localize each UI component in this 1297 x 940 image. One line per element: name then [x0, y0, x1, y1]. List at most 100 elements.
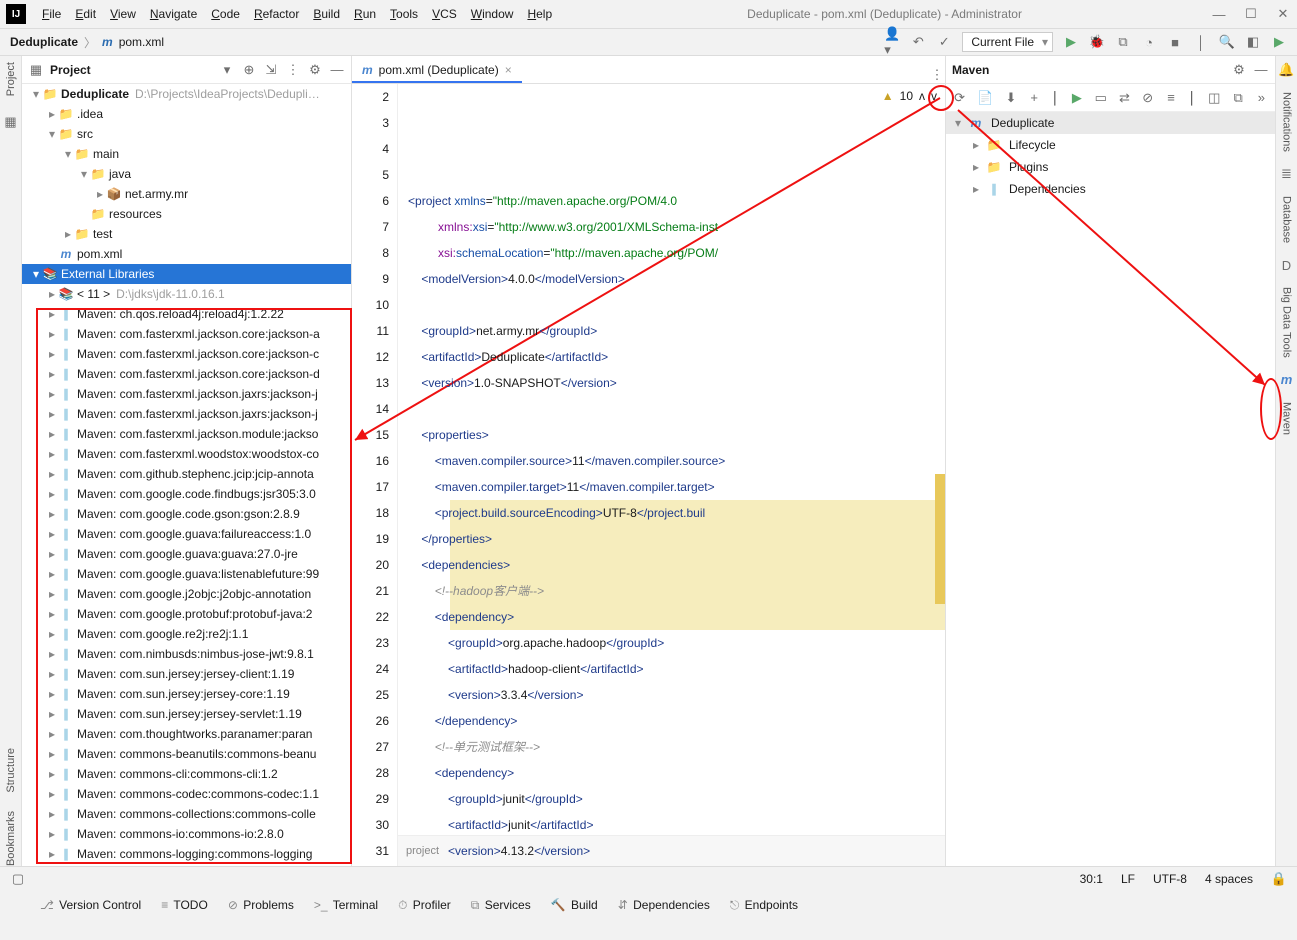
tree-row[interactable]: ▾📁src: [22, 124, 351, 144]
maximize-icon[interactable]: ☐: [1243, 6, 1259, 22]
menu-window[interactable]: Window: [465, 5, 520, 23]
settings-cube-icon[interactable]: ◧: [1245, 34, 1261, 50]
menu-edit[interactable]: Edit: [69, 5, 102, 23]
database-icon[interactable]: ≣: [1279, 166, 1295, 182]
tree-row[interactable]: ▸📁.idea: [22, 104, 351, 124]
tab-bookmarks[interactable]: Bookmarks: [5, 811, 17, 866]
menu-tools[interactable]: Tools: [384, 5, 424, 23]
tree-row[interactable]: mpom.xml: [22, 244, 351, 264]
debug-icon[interactable]: 🐞: [1089, 34, 1105, 50]
run-config-combo[interactable]: Current File: [962, 32, 1053, 52]
breadcrumb-file[interactable]: pom.xml: [119, 35, 164, 49]
maven-tree[interactable]: ▾mDeduplicate▸📁Lifecycle▸📁Plugins▸∥Depen…: [946, 112, 1275, 200]
next-highlight-icon[interactable]: v: [931, 86, 937, 106]
stop-icon[interactable]: ■: [1167, 34, 1183, 50]
menu-navigate[interactable]: Navigate: [144, 5, 203, 23]
bell-icon[interactable]: 🔔: [1279, 62, 1295, 78]
search-everywhere-icon[interactable]: 🔍: [1219, 34, 1235, 50]
project-tree[interactable]: ▾📁DeduplicateD:\Projects\IdeaProjects\De…: [22, 84, 351, 866]
tree-row[interactable]: ▸∥Maven: com.google.protobuf:protobuf-ja…: [22, 604, 351, 624]
maven-more-icon[interactable]: »: [1256, 90, 1267, 106]
status-tool-icon[interactable]: ▢: [10, 871, 26, 887]
tree-row[interactable]: 📁resources: [22, 204, 351, 224]
maven-collapse-icon[interactable]: ⧉: [1232, 90, 1243, 106]
menu-view[interactable]: View: [104, 5, 142, 23]
maven-exec-icon[interactable]: ▭: [1095, 90, 1107, 106]
tree-row[interactable]: ▾📁DeduplicateD:\Projects\IdeaProjects\De…: [22, 84, 351, 104]
maven-skip-icon[interactable]: ⊘: [1142, 90, 1153, 106]
maven-tree-row[interactable]: ▾mDeduplicate: [946, 112, 1275, 134]
tree-row[interactable]: ▸∥Maven: com.nimbusds:nimbus-jose-jwt:9.…: [22, 644, 351, 664]
tree-row[interactable]: ▸📚< 11 >D:\jdks\jdk-11.0.16.1: [22, 284, 351, 304]
tab-notifications[interactable]: Notifications: [1281, 92, 1293, 152]
tree-row[interactable]: ▸∥Maven: com.fasterxml.jackson.jaxrs:jac…: [22, 384, 351, 404]
tree-row[interactable]: ▸∥Maven: com.google.guava:listenablefutu…: [22, 564, 351, 584]
tree-row[interactable]: ▸∥Maven: com.sun.jersey:jersey-core:1.19: [22, 684, 351, 704]
menu-vcs[interactable]: VCS: [426, 5, 463, 23]
tree-row[interactable]: ▸📦net.army.mr: [22, 184, 351, 204]
tree-row[interactable]: ▸∥Maven: com.google.guava:failureaccess:…: [22, 524, 351, 544]
tree-row[interactable]: ▸∥Maven: commons-collections:commons-col…: [22, 804, 351, 824]
tab-database[interactable]: Database: [1281, 196, 1293, 243]
bottomtool-services[interactable]: ⧉ Services: [471, 898, 531, 913]
gear-icon[interactable]: ⚙: [307, 62, 323, 78]
back-icon[interactable]: ↶: [910, 34, 926, 50]
menu-run[interactable]: Run: [348, 5, 382, 23]
maven-tree-row[interactable]: ▸📁Plugins: [946, 156, 1275, 178]
maven-offline-icon[interactable]: ≡: [1165, 90, 1176, 106]
tree-row[interactable]: ▸∥Maven: com.fasterxml.jackson.jaxrs:jac…: [22, 404, 351, 424]
tree-row[interactable]: ▸∥Maven: com.google.j2objc:j2objc-annota…: [22, 584, 351, 604]
update-icon[interactable]: ✓: [936, 34, 952, 50]
tree-row[interactable]: ▸📁test: [22, 224, 351, 244]
maven-download-icon[interactable]: ⬇: [1005, 90, 1016, 106]
opts-icon[interactable]: ⋮: [285, 62, 301, 78]
menu-help[interactable]: Help: [521, 5, 558, 23]
maven-gear-icon[interactable]: ⚙: [1231, 62, 1247, 78]
tab-menu-icon[interactable]: ⋮: [929, 67, 945, 83]
hide-icon[interactable]: —: [329, 62, 345, 78]
tree-row[interactable]: ▸∥Maven: com.github.stephenc.jcip:jcip-a…: [22, 464, 351, 484]
scope-dropdown-icon[interactable]: ▾: [219, 62, 235, 78]
locate-icon[interactable]: ⊕: [241, 62, 257, 78]
close-icon[interactable]: ✕: [1275, 6, 1291, 22]
tree-row[interactable]: ▸∥Maven: com.google.guava:guava:27.0-jre: [22, 544, 351, 564]
tree-row[interactable]: ▸∥Maven: com.google.code.findbugs:jsr305…: [22, 484, 351, 504]
editor-tab-pom[interactable]: m pom.xml (Deduplicate) ×: [352, 59, 522, 83]
tree-row[interactable]: ▸∥Maven: com.fasterxml.woodstox:woodstox…: [22, 444, 351, 464]
menu-refactor[interactable]: Refactor: [248, 5, 305, 23]
tab-maven[interactable]: Maven: [1281, 402, 1293, 435]
tree-row[interactable]: ▸∥Maven: com.fasterxml.jackson.core:jack…: [22, 324, 351, 344]
bottomtool-terminal[interactable]: >_ Terminal: [314, 898, 378, 912]
coverage-icon[interactable]: ⧉: [1115, 34, 1131, 50]
bottomtool-build[interactable]: 🔨 Build: [551, 898, 598, 912]
tree-row[interactable]: ▸∥Maven: commons-codec:commons-codec:1.1: [22, 784, 351, 804]
tree-row[interactable]: ▸∥Maven: com.google.code.gson:gson:2.8.9: [22, 504, 351, 524]
tree-row[interactable]: ▸∥Maven: com.sun.jersey:jersey-client:1.…: [22, 664, 351, 684]
maven-toggle-icon[interactable]: ⇄: [1119, 90, 1130, 106]
menu-code[interactable]: Code: [205, 5, 246, 23]
toolbox-icon[interactable]: ▶: [1271, 34, 1287, 50]
tree-row[interactable]: ▸∥Maven: com.google.re2j:re2j:1.1: [22, 624, 351, 644]
maven-header[interactable]: Maven: [952, 63, 1225, 77]
code-area[interactable]: ▲ 10 ʌ v <project xmlns="http://maven.ap…: [398, 84, 945, 866]
warning-icon[interactable]: ▲: [882, 86, 894, 106]
readonly-lock-icon[interactable]: 🔒: [1271, 871, 1287, 887]
minimize-icon[interactable]: —: [1211, 6, 1227, 22]
maven-tree-row[interactable]: ▸📁Lifecycle: [946, 134, 1275, 156]
caret-pos[interactable]: 30:1: [1080, 872, 1103, 886]
tree-row[interactable]: ▾📚External Libraries: [22, 264, 351, 284]
maven-run-icon[interactable]: ▶: [1071, 90, 1082, 106]
tree-row[interactable]: ▾📁java: [22, 164, 351, 184]
maven-add-icon[interactable]: +: [1029, 90, 1040, 106]
tab-bigdata[interactable]: Big Data Tools: [1281, 287, 1293, 358]
tab-structure[interactable]: Structure: [5, 748, 17, 793]
tab-project[interactable]: Project: [5, 62, 17, 96]
prev-highlight-icon[interactable]: ʌ: [919, 86, 925, 106]
bottomtool-endpoints[interactable]: ⎋ Endpoints: [730, 898, 798, 913]
maven-hide-icon[interactable]: —: [1253, 62, 1269, 78]
profile-icon[interactable]: ◔: [1141, 34, 1157, 50]
maven-tree-row[interactable]: ▸∥Dependencies: [946, 178, 1275, 200]
project-header[interactable]: Project: [50, 63, 213, 77]
user-switch-icon[interactable]: 👤▾: [884, 34, 900, 50]
maven-diagram-icon[interactable]: ◫: [1208, 90, 1220, 106]
